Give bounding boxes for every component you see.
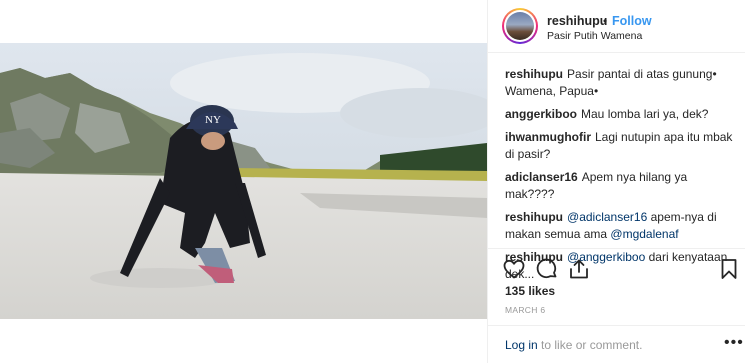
comment-username[interactable]: reshihupu: [505, 67, 563, 81]
comment-icon[interactable]: [535, 257, 559, 281]
post-photo[interactable]: NY: [0, 43, 487, 319]
comment-username[interactable]: anggerkiboo: [505, 107, 577, 121]
comment-username[interactable]: reshihupu: [505, 210, 563, 224]
avatar-story-ring[interactable]: [502, 8, 538, 44]
post-side-panel: reshihupu • Follow Pasir Putih Wamena re…: [487, 0, 745, 363]
bookmark-icon[interactable]: [717, 257, 741, 281]
comment-item: adiclanser16 Apem nya hilang ya mak????: [505, 169, 737, 203]
comment-username[interactable]: ihwanmughofir: [505, 130, 591, 144]
login-link[interactable]: Log in: [505, 338, 538, 352]
login-prompt: Log in to like or comment. •••: [488, 325, 745, 364]
comment-mention[interactable]: @mgdalenaf: [610, 227, 678, 241]
comment-mention[interactable]: @adiclanser16: [567, 210, 647, 224]
comment-username[interactable]: adiclanser16: [505, 170, 578, 184]
post-date: MARCH 6: [505, 305, 546, 315]
avatar[interactable]: [504, 10, 536, 42]
avatar-image: [506, 12, 534, 40]
comment-item: reshihupu Pasir pantai di atas gunung• Wa…: [505, 66, 737, 100]
comment-item: ihwanmughofir Lagi nutupin apa itu mbak d…: [505, 129, 737, 163]
post-header: reshihupu • Follow Pasir Putih Wamena: [488, 0, 745, 53]
more-options-icon[interactable]: •••: [724, 334, 744, 352]
photo-scene: NY: [0, 43, 487, 319]
post-media-area: NY: [0, 0, 487, 363]
separator-dot: •: [603, 14, 608, 28]
follow-button[interactable]: Follow: [612, 14, 652, 28]
comment-text: Mau lomba lari ya, dek?: [581, 107, 709, 121]
action-bar: [488, 248, 745, 289]
location-link[interactable]: Pasir Putih Wamena: [547, 30, 642, 42]
likes-count[interactable]: 135 likes: [505, 284, 555, 298]
heart-icon[interactable]: [502, 257, 526, 281]
cap-logo: NY: [205, 114, 221, 126]
username-link[interactable]: reshihupu: [547, 14, 607, 28]
comment-item: anggerkiboo Mau lomba lari ya, dek?: [505, 106, 737, 123]
comment-item: reshihupu @adiclanser16 apem-nya di makan…: [505, 209, 737, 243]
share-icon[interactable]: [567, 257, 591, 281]
login-text: Log in to like or comment.: [505, 338, 642, 352]
login-rest-text: to like or comment.: [541, 338, 643, 352]
